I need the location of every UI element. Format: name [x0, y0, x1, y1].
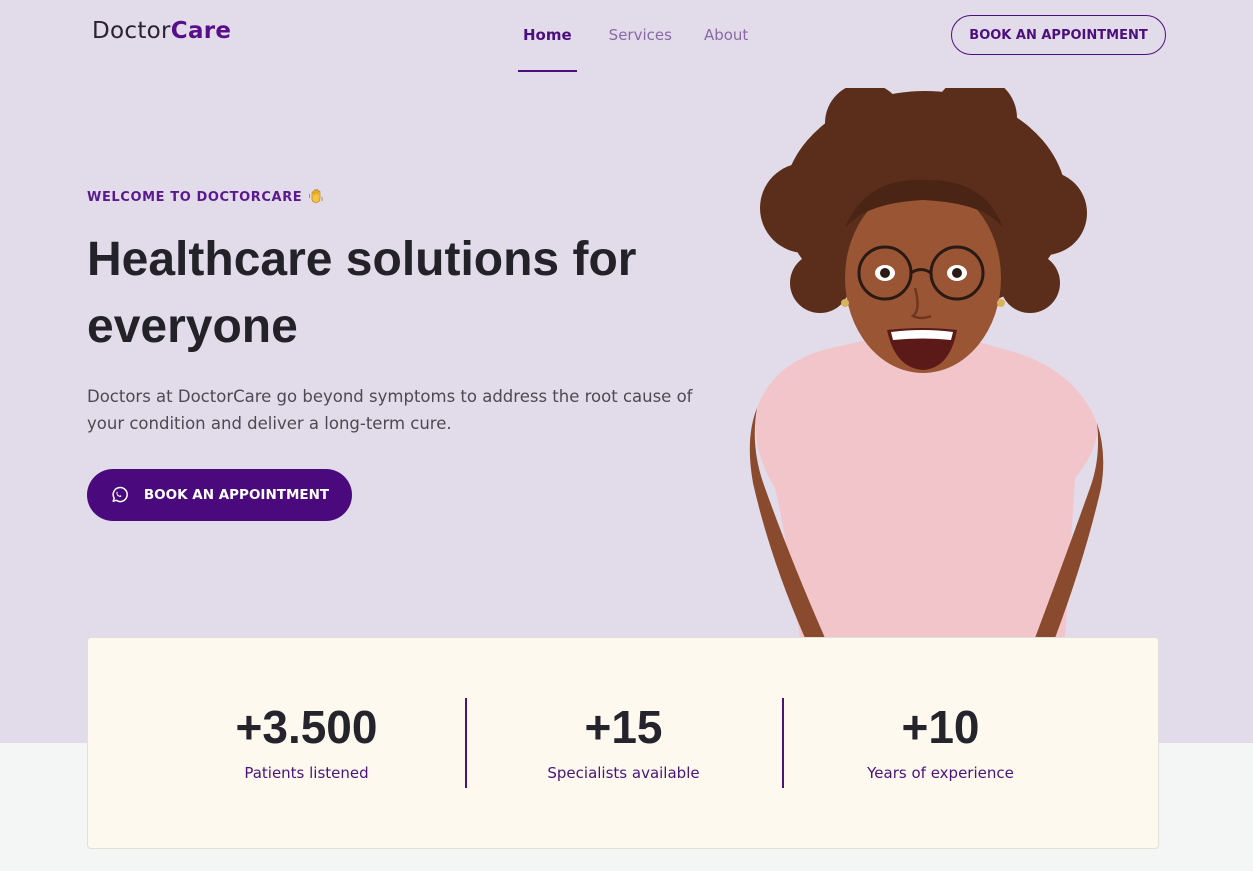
- stats-card: +3.500 Patients listened +15 Specialists…: [87, 637, 1159, 849]
- logo-accent-text: Care: [170, 18, 232, 44]
- smiling-woman-portrait: [749, 88, 1104, 638]
- stat-label: Patients listened: [244, 764, 369, 782]
- stat-experience: +10 Years of experience: [782, 698, 1099, 788]
- stat-specialists: +15 Specialists available: [465, 698, 782, 788]
- logo[interactable]: DoctorCare: [92, 18, 231, 44]
- nav-item-about[interactable]: About: [704, 0, 748, 72]
- stat-patients: +3.500 Patients listened: [148, 698, 465, 788]
- stat-label: Specialists available: [547, 764, 700, 782]
- stat-value: +10: [901, 701, 980, 753]
- hero-cta-label: BOOK AN APPOINTMENT: [143, 487, 330, 503]
- logo-primary-text: Doctor: [92, 18, 171, 44]
- nav-item-services[interactable]: Services: [609, 0, 672, 72]
- whatsapp-icon: [112, 486, 128, 503]
- hero-eyebrow: WELCOME TO DOCTORCARE: [87, 188, 324, 205]
- nav-item-home[interactable]: Home: [518, 0, 577, 72]
- waving-hand-icon: [309, 189, 323, 203]
- stat-value: +15: [584, 701, 663, 753]
- main-nav: Home Services About: [518, 0, 780, 72]
- hero-book-appointment-button[interactable]: BOOK AN APPOINTMENT: [87, 469, 352, 521]
- hero-eyebrow-text: WELCOME TO DOCTORCARE: [87, 190, 303, 205]
- stat-label: Years of experience: [867, 764, 1014, 782]
- header-book-appointment-button[interactable]: BOOK AN APPOINTMENT: [951, 15, 1166, 55]
- hero-title: Healthcare solutions for everyone: [87, 233, 637, 353]
- stat-value: +3.500: [235, 701, 378, 753]
- hero-subtitle: Doctors at DoctorCare go beyond symptoms…: [87, 387, 693, 433]
